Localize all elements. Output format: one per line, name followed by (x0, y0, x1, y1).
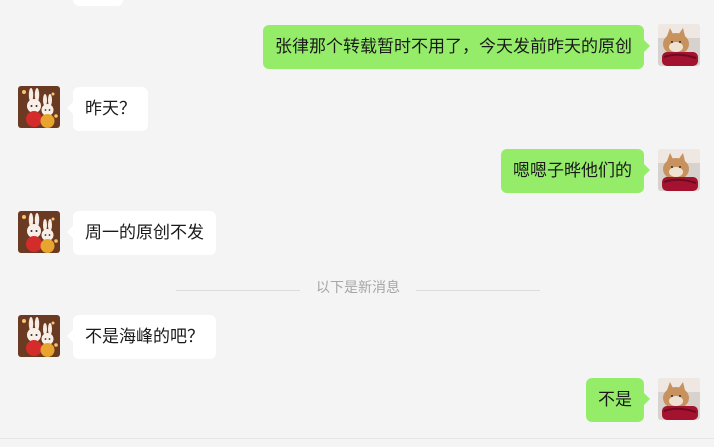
cat-avatar-icon (658, 378, 700, 420)
self-avatar[interactable] (658, 24, 700, 66)
message-text: 昨天？ (85, 99, 136, 119)
message-bubble-outgoing[interactable]: 张律那个转载暂时不用了，今天发前昨天的原创 (263, 25, 650, 69)
cat-avatar-icon (658, 149, 700, 191)
message-text: 嗯嗯子晔他们的 (513, 161, 632, 181)
contact-avatar[interactable] (18, 211, 60, 253)
self-avatar[interactable] (658, 378, 700, 420)
bunny-couple-avatar-icon (18, 86, 60, 128)
message-bubble-outgoing[interactable]: 不是 (586, 378, 650, 422)
message-bubble-incoming[interactable]: 周一的原创不发 (67, 211, 216, 255)
message-text: 不是海峰的吧？ (85, 327, 204, 347)
cat-avatar-icon (658, 24, 700, 66)
message-text: 不是 (598, 390, 632, 410)
bunny-couple-avatar-icon (18, 211, 60, 253)
input-area-border (0, 438, 714, 439)
message-text: 周一的原创不发 (85, 223, 204, 243)
contact-avatar[interactable] (18, 86, 60, 128)
message-bubble-incoming[interactable]: 昨天？ (67, 87, 148, 131)
partial-message-bubble (73, 0, 123, 6)
message-text: 张律那个转载暂时不用了，今天发前昨天的原创 (275, 37, 632, 57)
chat-panel: 张律那个转载暂时不用了，今天发前昨天的原创 昨天？ 嗯嗯子晔他们的 周一的原创不… (0, 0, 714, 447)
contact-avatar[interactable] (18, 315, 60, 357)
self-avatar[interactable] (658, 149, 700, 191)
new-messages-divider: 以下是新消息 (316, 280, 400, 296)
divider-line-left (176, 290, 300, 291)
bunny-couple-avatar-icon (18, 315, 60, 357)
divider-line-right (416, 290, 540, 291)
message-bubble-incoming[interactable]: 不是海峰的吧？ (67, 315, 216, 359)
message-bubble-outgoing[interactable]: 嗯嗯子晔他们的 (501, 149, 650, 193)
